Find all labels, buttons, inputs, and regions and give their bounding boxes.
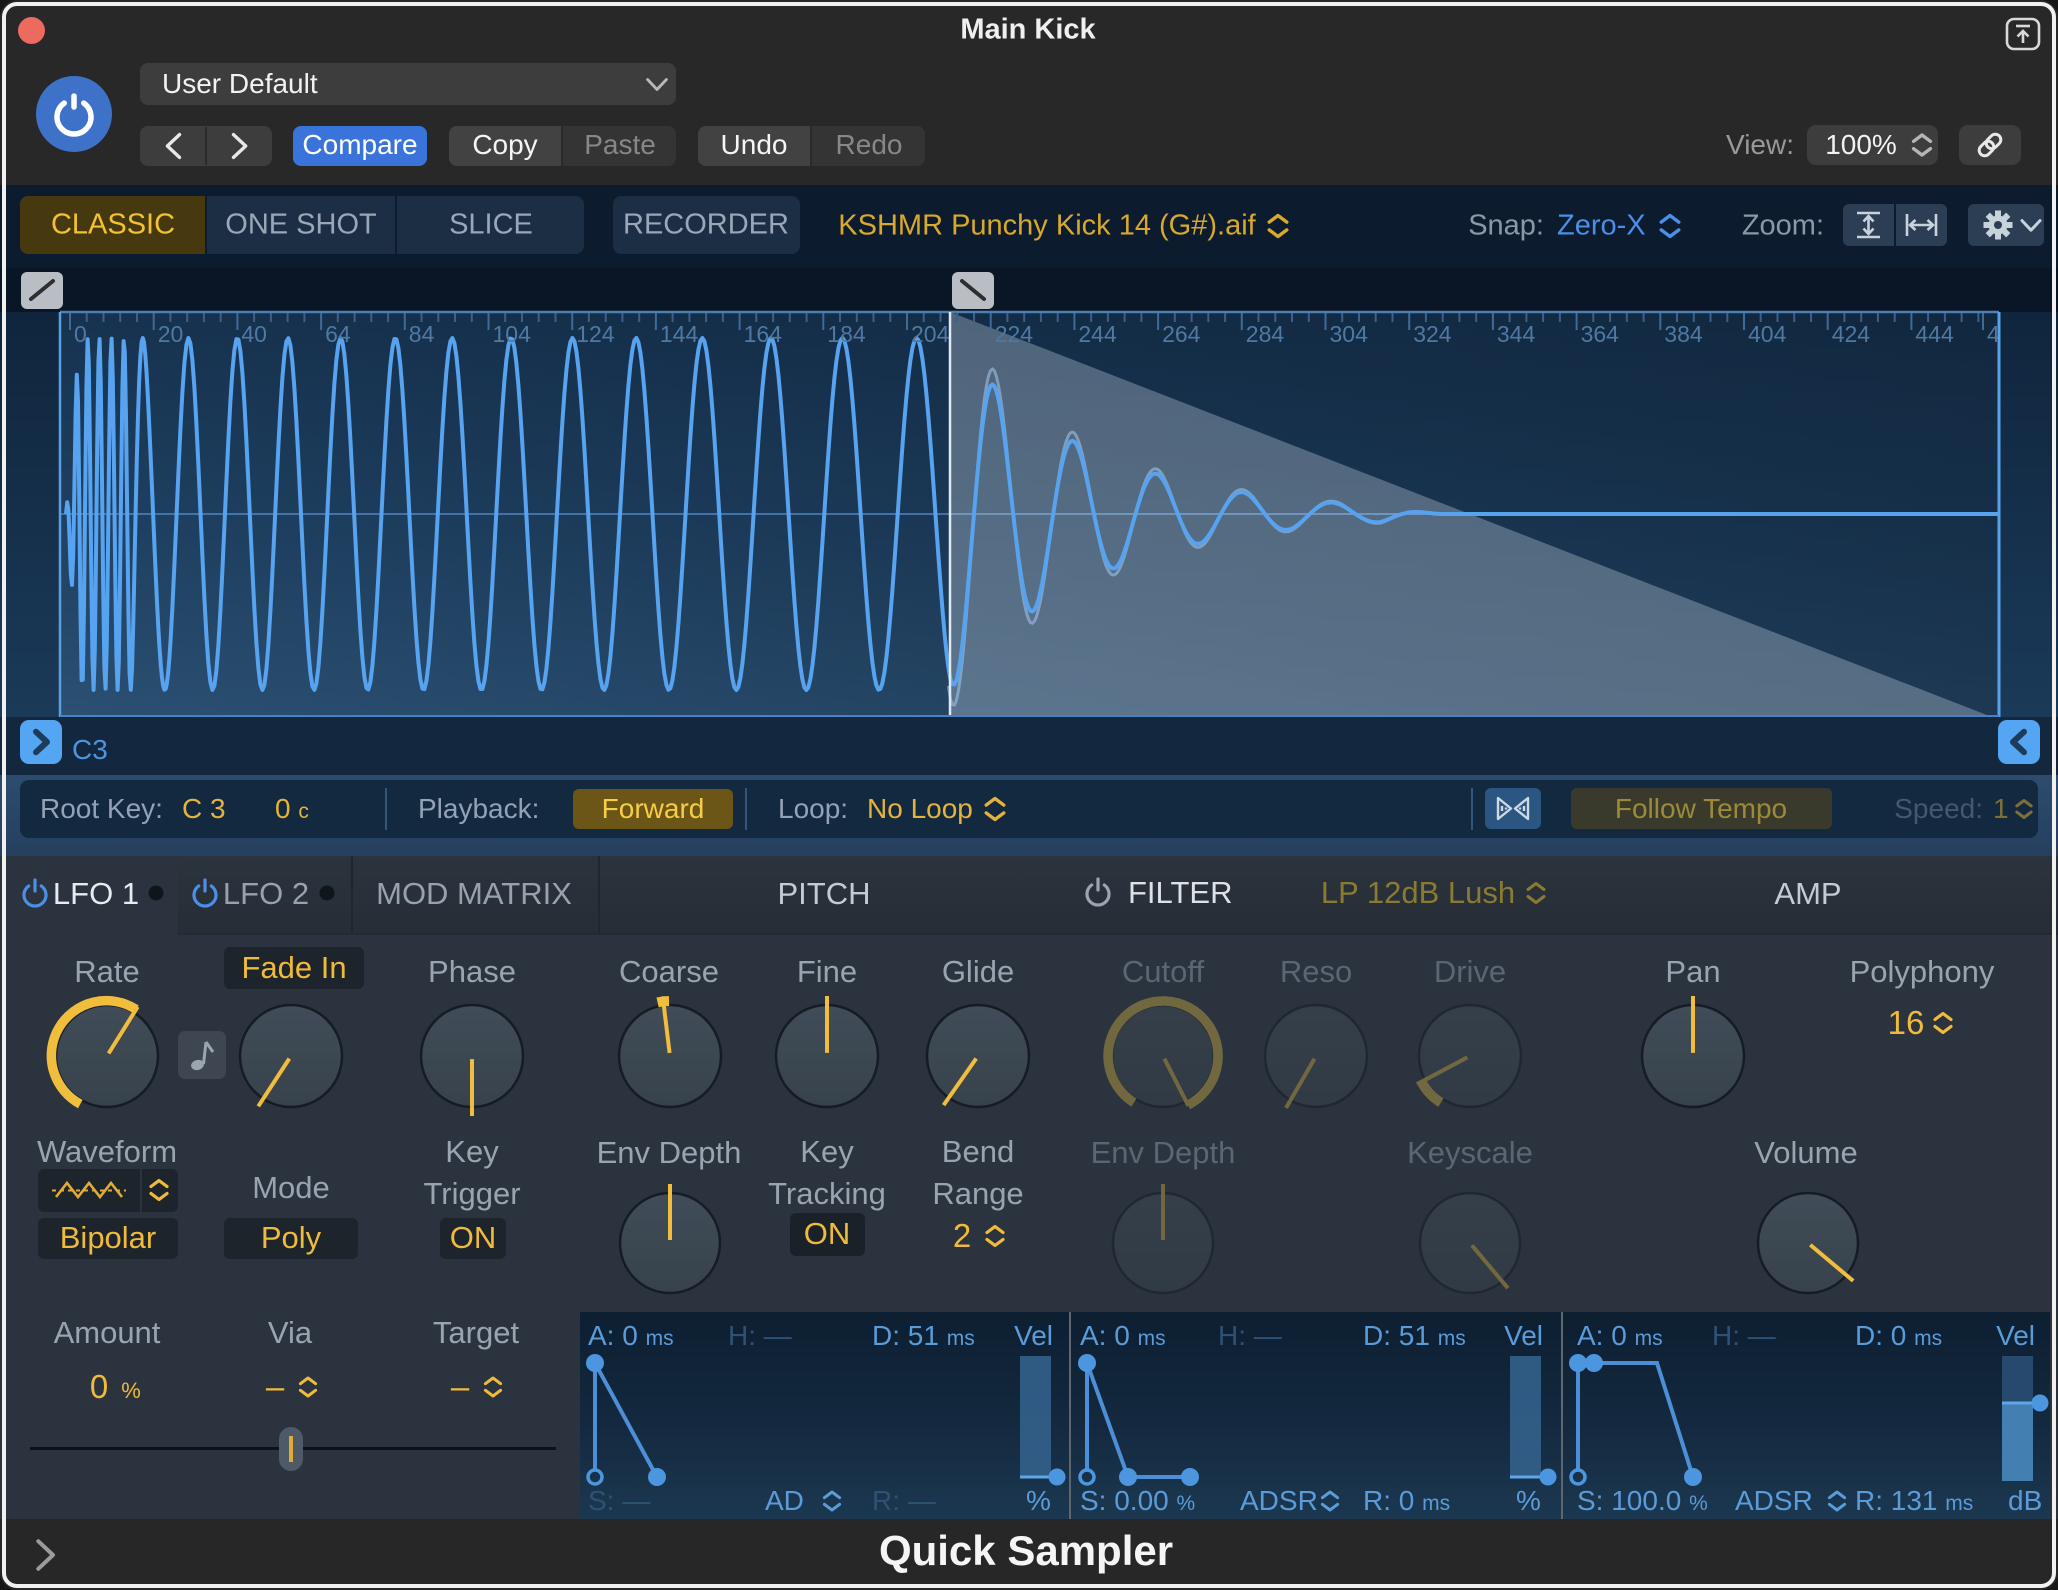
svg-text:124: 124	[576, 321, 615, 347]
svg-text:244: 244	[1078, 321, 1117, 347]
svg-text:284: 284	[1246, 321, 1285, 347]
svg-text:224: 224	[995, 321, 1034, 347]
svg-text:404: 404	[1748, 321, 1787, 347]
svg-text:164: 164	[744, 321, 783, 347]
svg-text:384: 384	[1664, 321, 1703, 347]
svg-text:444: 444	[1915, 321, 1954, 347]
svg-text:144: 144	[660, 321, 699, 347]
svg-text:0: 0	[74, 321, 87, 347]
svg-text:204: 204	[911, 321, 950, 347]
svg-text:304: 304	[1330, 321, 1369, 347]
svg-text:64: 64	[325, 321, 351, 347]
svg-text:104: 104	[493, 321, 532, 347]
svg-text:424: 424	[1832, 321, 1871, 347]
svg-text:364: 364	[1581, 321, 1620, 347]
svg-text:184: 184	[827, 321, 866, 347]
svg-text:344: 344	[1497, 321, 1536, 347]
svg-text:324: 324	[1413, 321, 1452, 347]
svg-text:C3: C3	[72, 734, 108, 765]
svg-text:264: 264	[1162, 321, 1201, 347]
svg-text:84: 84	[409, 321, 435, 347]
svg-text:40: 40	[241, 321, 267, 347]
svg-text:20: 20	[158, 321, 184, 347]
